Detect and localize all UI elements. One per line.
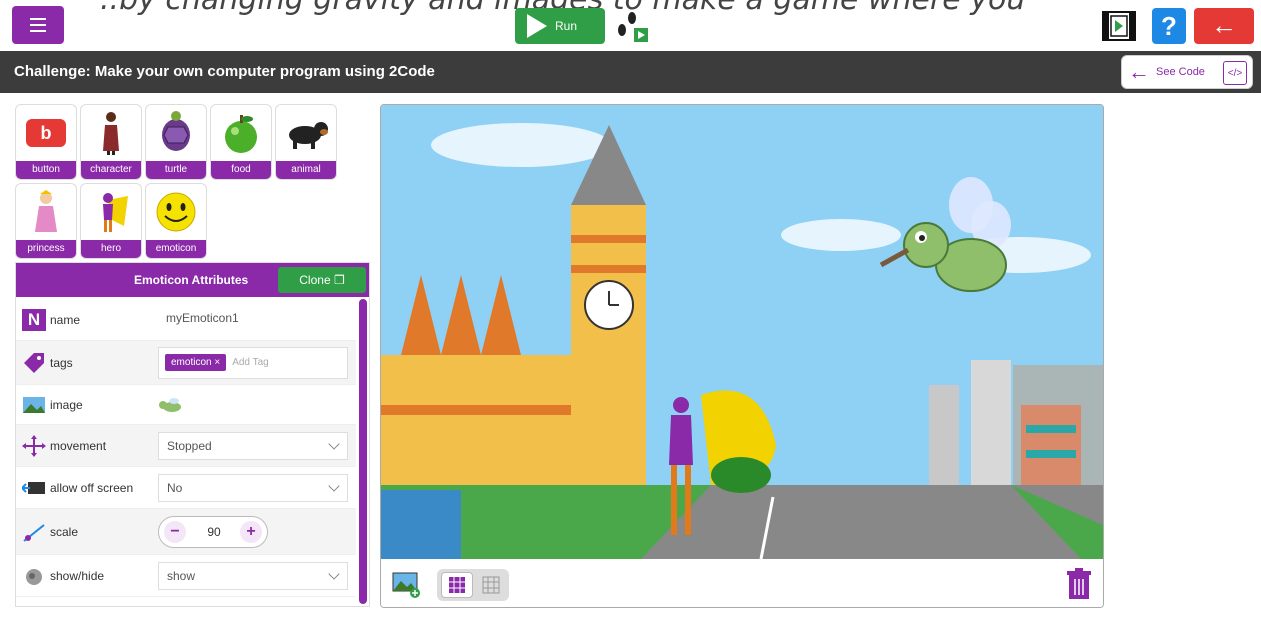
- arrow-left-icon: ←: [1211, 10, 1237, 40]
- video-icon[interactable]: [1102, 10, 1136, 42]
- palette-item-label: food: [211, 161, 271, 179]
- attr-row-image: image: [16, 385, 356, 425]
- grid-toggle: [437, 569, 509, 601]
- tags-field[interactable]: emoticon × Add Tag: [158, 347, 348, 379]
- scale-value[interactable]: 90: [195, 525, 233, 539]
- stage-toolbar: [381, 561, 1103, 607]
- off-screen-icon: [22, 482, 45, 494]
- attr-row-allow-off-screen: allow off screen No: [16, 467, 356, 509]
- palette-item-character[interactable]: character: [80, 104, 142, 180]
- show-hide-icon: [26, 569, 42, 585]
- step-through-icon[interactable]: [614, 10, 650, 44]
- attr-label: tags: [50, 356, 73, 370]
- tag-icon: [24, 353, 44, 373]
- run-button[interactable]: Run: [515, 8, 605, 44]
- palette-item-label: turtle: [146, 161, 206, 179]
- hero-icon: [81, 184, 141, 240]
- attr-row-name: N name myEmoticon1: [16, 299, 356, 341]
- clone-button[interactable]: Clone ❐: [278, 267, 366, 293]
- palette-item-animal[interactable]: animal: [275, 104, 337, 180]
- scale-icon: [23, 524, 45, 542]
- attr-label: scale: [50, 525, 79, 539]
- attributes-header: Emoticon Attributes Clone ❐: [16, 263, 369, 297]
- add-tag-input[interactable]: Add Tag: [232, 357, 269, 368]
- palette-item-label: princess: [16, 240, 76, 258]
- tag-chip[interactable]: emoticon ×: [165, 354, 227, 371]
- attr-row-tags: tags emoticon × Add Tag: [16, 341, 356, 385]
- palette-item-label: button: [16, 161, 76, 179]
- name-icon: N: [22, 309, 46, 331]
- attributes-panel: Emoticon Attributes Clone ❐ N name myEmo…: [15, 262, 370, 607]
- back-button[interactable]: ←: [1194, 8, 1254, 44]
- palette-item-hero[interactable]: hero: [80, 183, 142, 259]
- challenge-bar: Challenge: Make your own computer progra…: [0, 51, 1261, 93]
- attributes-title: Emoticon Attributes: [134, 273, 249, 287]
- scale-increase-button[interactable]: +: [240, 521, 262, 543]
- attr-label: name: [50, 313, 81, 327]
- palette-item-label: animal: [276, 161, 336, 179]
- attr-row-scale: scale − 90 +: [16, 509, 356, 555]
- palette-item-food[interactable]: food: [210, 104, 272, 180]
- scale-decrease-button[interactable]: −: [164, 521, 186, 543]
- background-picker-icon[interactable]: [391, 569, 421, 599]
- attr-label: image: [50, 398, 83, 412]
- allow-off-screen-select[interactable]: No: [158, 474, 348, 502]
- palette-item-label: hero: [81, 240, 141, 258]
- palette-item-turtle[interactable]: turtle: [145, 104, 207, 180]
- image-icon: [23, 397, 45, 413]
- palette-item-label: emoticon: [146, 240, 206, 258]
- attr-label: allow off screen: [50, 481, 134, 495]
- name-field[interactable]: myEmoticon1: [158, 305, 348, 333]
- dog-icon: [276, 105, 336, 161]
- attr-label: movement: [50, 439, 107, 453]
- move-arrows-icon: [22, 435, 46, 457]
- palette-item-princess[interactable]: princess: [15, 183, 77, 259]
- app-root: ..by changing gravity and images to make…: [0, 0, 1261, 619]
- code-icon: </>: [1223, 61, 1247, 85]
- help-button[interactable]: ?: [1152, 8, 1186, 44]
- see-code-button[interactable]: ← See Code </>: [1121, 55, 1253, 89]
- object-palette: b button character turtle food animal pr…: [15, 104, 355, 260]
- grid-off-button[interactable]: [477, 572, 505, 598]
- play-icon: [527, 14, 547, 38]
- stage-panel: [380, 104, 1104, 608]
- attr-label: show/hide: [50, 569, 105, 583]
- apple-icon: [211, 105, 271, 161]
- palette-item-emoticon[interactable]: emoticon: [145, 183, 207, 259]
- palette-item-label: character: [81, 161, 141, 179]
- button-icon: b: [16, 105, 76, 161]
- challenge-title: Challenge: Make your own computer progra…: [14, 63, 435, 80]
- smiley-icon: [146, 184, 206, 240]
- show-hide-select[interactable]: show: [158, 562, 348, 590]
- turtle-icon: [146, 105, 206, 161]
- grid-on-button[interactable]: [441, 572, 473, 598]
- top-toolbar: ..by changing gravity and images to make…: [0, 0, 1261, 50]
- attr-row-movement: movement Stopped: [16, 425, 356, 467]
- stage-canvas[interactable]: [381, 105, 1103, 559]
- movement-select[interactable]: Stopped: [158, 432, 348, 460]
- princess-icon: [16, 184, 76, 240]
- trash-icon[interactable]: [1065, 567, 1093, 601]
- menu-button[interactable]: [12, 6, 64, 44]
- attributes-scrollbar[interactable]: [359, 299, 367, 604]
- see-code-label: See Code: [1156, 66, 1205, 78]
- arrow-left-icon: ←: [1128, 59, 1150, 84]
- hamburger-icon: [30, 24, 46, 26]
- run-label: Run: [555, 19, 578, 33]
- scale-stepper: − 90 +: [158, 516, 268, 548]
- bug-thumbnail-icon[interactable]: [158, 397, 182, 415]
- character-icon: [81, 105, 141, 161]
- attr-row-show-hide: show/hide show: [16, 555, 356, 597]
- palette-item-button[interactable]: b button: [15, 104, 77, 180]
- copy-icon: ❐: [333, 273, 345, 287]
